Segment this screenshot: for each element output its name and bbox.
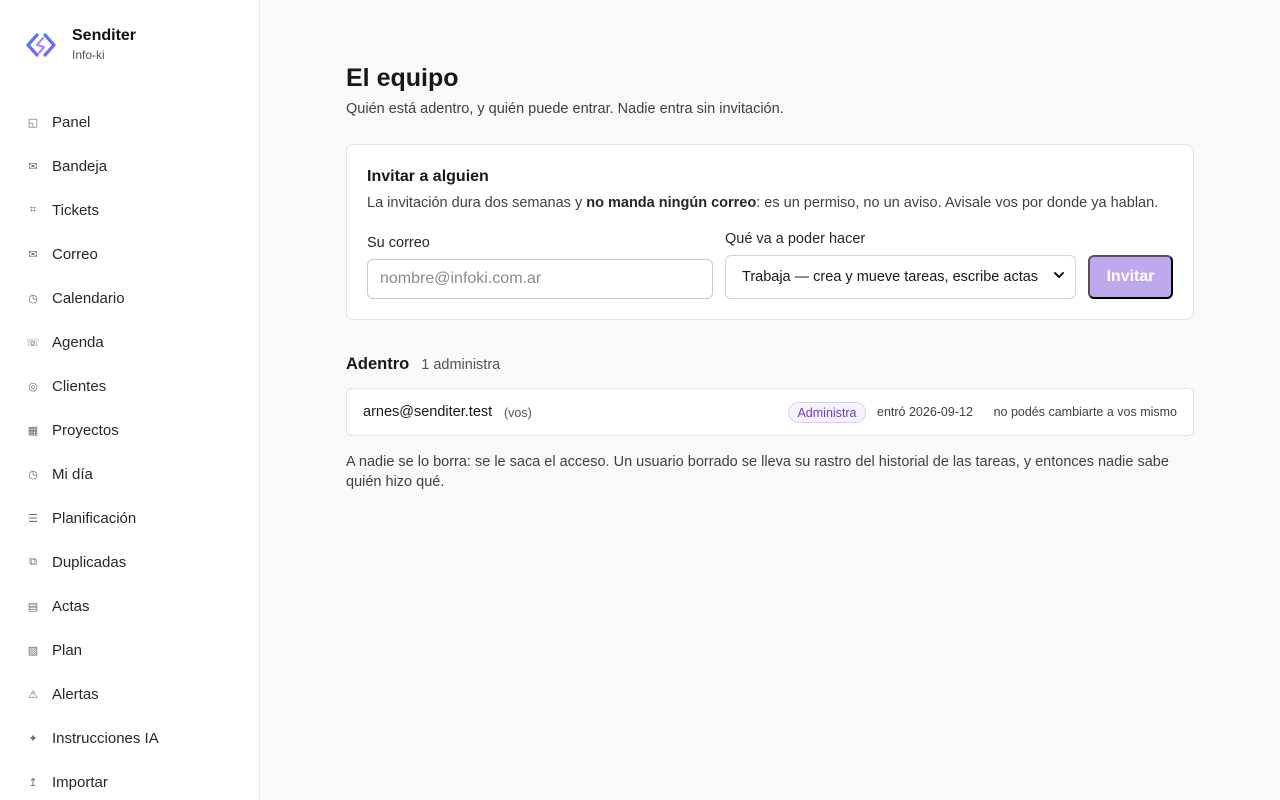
member-you-tag: (vos): [504, 406, 532, 420]
brand-name: Senditer: [72, 27, 137, 44]
brand[interactable]: Senditer Info-ki: [24, 26, 136, 64]
email-label: Su correo: [367, 235, 430, 251]
document-icon: ▤: [27, 599, 39, 613]
sidebar-item-proyectos[interactable]: ▦ Proyectos: [0, 408, 259, 452]
sidebar-item-label: Proyectos: [52, 421, 119, 439]
members-header: Adentro 1 administra: [346, 355, 500, 374]
members-count: 1 administra: [421, 357, 501, 373]
footnote: A nadie se lo borra: se le saca el acces…: [346, 454, 1169, 490]
senditer-logo-icon: [26, 33, 56, 57]
duplicate-icon: ⧉: [29, 555, 37, 568]
clock-icon: ◷: [28, 291, 38, 305]
ticket-icon: ⌗: [29, 203, 37, 216]
sidebar-item-importar[interactable]: ↥ Importar: [0, 760, 259, 800]
sidebar-item-label: Plan: [52, 641, 83, 659]
sidebar-item-tickets[interactable]: ⌗ Tickets: [0, 188, 259, 232]
member-joined-date: entró 2026-09-12: [877, 405, 973, 419]
sidebar-item-label: Tickets: [52, 201, 99, 219]
plan-icon: ▧: [27, 643, 39, 657]
sidebar-item-label: Actas: [52, 597, 90, 615]
brand-org: Info-ki: [72, 48, 105, 62]
invite-desc-start: La invitación dura dos semanas y: [367, 195, 587, 211]
sidebar: Senditer Info-ki ◱ Panel ✉ Bandeja ⌗ Tic…: [0, 0, 260, 800]
panel-icon: ◱: [27, 115, 39, 129]
page-title: El equipo: [346, 64, 459, 92]
invite-title: Invitar a alguien: [367, 168, 489, 185]
sidebar-item-label: Bandeja: [52, 157, 108, 175]
sidebar-item-correo[interactable]: ✉ Correo: [0, 232, 259, 276]
import-icon: ↥: [28, 775, 38, 789]
target-icon: ◎: [28, 379, 38, 393]
sidebar-item-label: Correo: [52, 245, 98, 263]
email-field[interactable]: [367, 259, 713, 299]
invite-button[interactable]: Invitar: [1088, 255, 1173, 299]
sidebar-item-label: Duplicadas: [52, 553, 127, 571]
sidebar-item-planificacion[interactable]: ☰ Planificación: [0, 496, 259, 540]
role-label: Qué va a poder hacer: [725, 231, 866, 247]
role-badge: Administra: [788, 402, 866, 423]
member-note: no podés cambiarte a vos mismo: [993, 405, 1177, 419]
sidebar-item-plan[interactable]: ▧ Plan: [0, 628, 259, 672]
sparkle-icon: ✦: [28, 731, 38, 745]
members-title: Adentro: [346, 355, 410, 373]
sidebar-item-duplicadas[interactable]: ⧉ Duplicadas: [0, 540, 259, 584]
page-subtitle: Quién está adentro, y quién puede entrar…: [346, 101, 784, 117]
invite-desc-bold: no manda ningún correo: [586, 195, 757, 211]
sidebar-item-label: Clientes: [52, 377, 107, 395]
role-select-value: Trabaja — crea y mueve tareas, escribe a…: [742, 269, 1039, 285]
member-row: arnes@senditer.test (vos) Administra ent…: [346, 388, 1194, 436]
invite-card: Invitar a alguien La invitación dura dos…: [346, 144, 1194, 320]
sidebar-item-calendario[interactable]: ◷ Calendario: [0, 276, 259, 320]
sidebar-item-alertas[interactable]: ⚠ Alertas: [0, 672, 259, 716]
invite-desc-end: : es un permiso, no un aviso. Avisale vo…: [756, 195, 1159, 211]
sidebar-nav: ◱ Panel ✉ Bandeja ⌗ Tickets ✉ Correo ◷ C…: [0, 100, 259, 800]
sidebar-item-panel[interactable]: ◱ Panel: [0, 100, 259, 144]
sidebar-item-mi-dia[interactable]: ◷ Mi día: [0, 452, 259, 496]
grid-icon: ▦: [27, 423, 39, 437]
sidebar-item-agenda[interactable]: ☏ Agenda: [0, 320, 259, 364]
chevron-down-icon: [1054, 272, 1064, 278]
sidebar-item-clientes[interactable]: ◎ Clientes: [0, 364, 259, 408]
clock-icon: ◷: [28, 467, 38, 481]
sidebar-item-instrucciones-ia[interactable]: ✦ Instrucciones IA: [0, 716, 259, 760]
warning-icon: ⚠: [28, 687, 38, 701]
sidebar-item-label: Alertas: [52, 685, 99, 703]
sidebar-item-label: Instrucciones IA: [52, 729, 159, 747]
sidebar-item-label: Mi día: [52, 465, 93, 483]
sidebar-item-actas[interactable]: ▤ Actas: [0, 584, 259, 628]
sidebar-item-label: Importar: [52, 773, 108, 791]
phone-icon: ☏: [26, 335, 40, 349]
invite-description: La invitación dura dos semanas y no mand…: [367, 195, 1158, 211]
mail-icon: ✉: [28, 247, 38, 261]
role-select[interactable]: Trabaja — crea y mueve tareas, escribe a…: [725, 255, 1076, 299]
sidebar-item-label: Panel: [52, 113, 91, 131]
sidebar-item-label: Planificación: [52, 509, 137, 527]
inbox-icon: ✉: [28, 159, 38, 173]
list-icon: ☰: [28, 511, 38, 525]
sidebar-item-bandeja[interactable]: ✉ Bandeja: [0, 144, 259, 188]
sidebar-item-label: Agenda: [52, 333, 104, 351]
sidebar-item-label: Calendario: [52, 289, 125, 307]
member-email: arnes@senditer.test: [363, 404, 493, 420]
